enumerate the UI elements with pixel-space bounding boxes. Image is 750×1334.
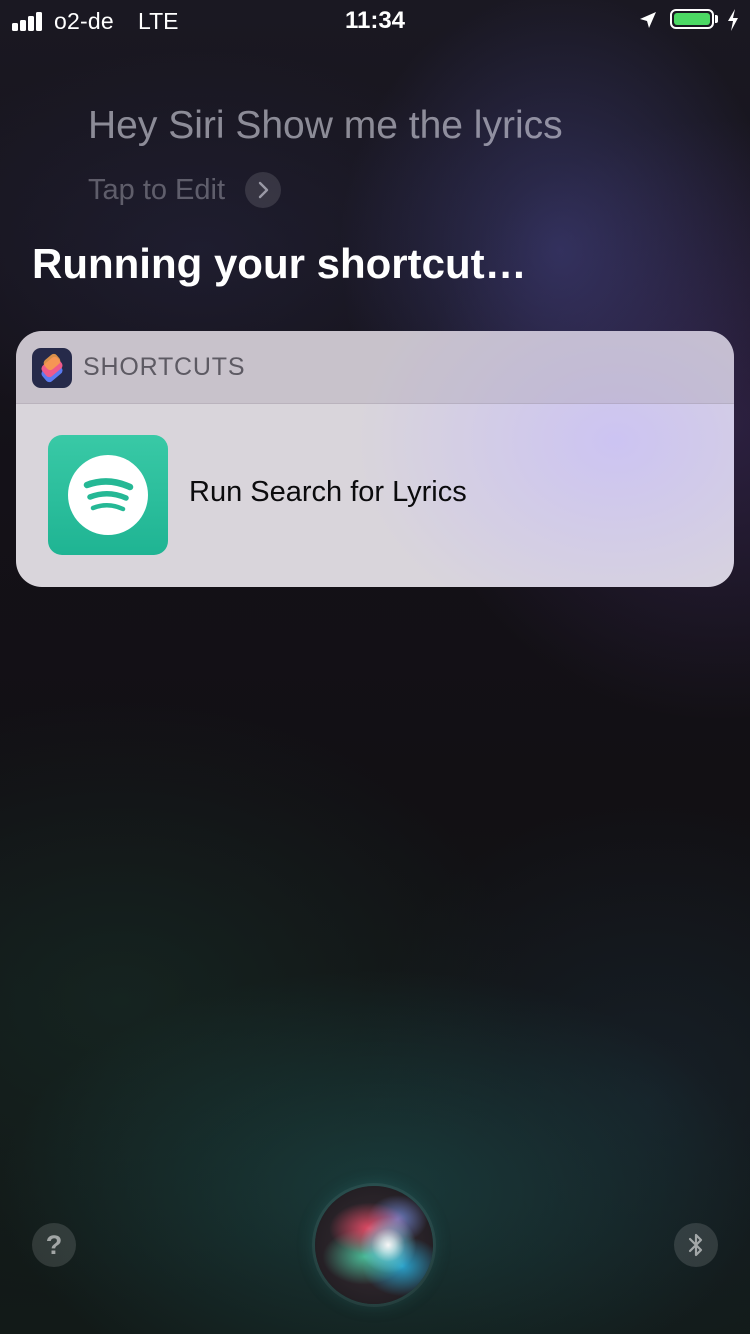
shortcuts-app-icon (32, 348, 72, 388)
help-button[interactable]: ? (32, 1223, 76, 1267)
siri-orb[interactable] (315, 1186, 433, 1304)
help-icon: ? (45, 1229, 63, 1260)
siri-query: Hey Siri Show me the lyrics (88, 104, 563, 147)
shortcut-card[interactable]: SHORTCUTS Run Search for Lyrics (16, 331, 734, 587)
location-arrow-icon (640, 12, 656, 28)
siri-response-title: Running your shortcut… (32, 240, 527, 287)
chevron-right-icon (245, 172, 282, 208)
tap-to-edit-label: Tap to Edit (88, 173, 226, 206)
shortcut-row[interactable]: Run Search for Lyrics (16, 403, 734, 587)
tap-to-edit-button[interactable]: Tap to Edit (88, 172, 282, 208)
status-bar: o2-de LTE 11:34 (0, 0, 750, 40)
spotify-icon (48, 435, 168, 555)
charging-bolt-icon (728, 9, 738, 31)
card-header: SHORTCUTS (16, 331, 734, 404)
battery-icon (670, 9, 718, 31)
app-name: SHORTCUTS (83, 353, 246, 381)
battery-level (674, 13, 710, 25)
bluetooth-button[interactable] (674, 1223, 718, 1267)
bluetooth-icon (688, 1233, 703, 1257)
shortcut-label: Run Search for Lyrics (189, 476, 467, 508)
